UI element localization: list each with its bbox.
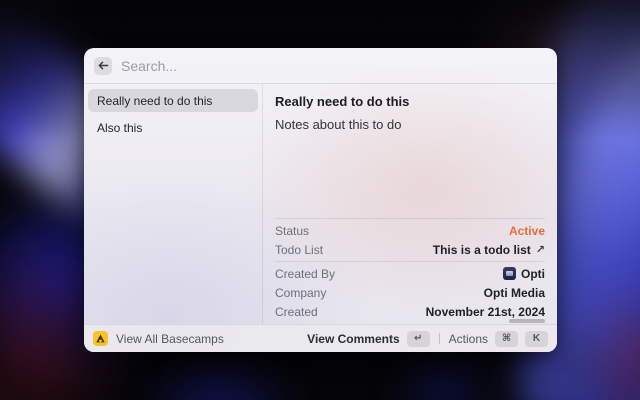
- list-item[interactable]: Really need to do this: [88, 89, 258, 112]
- arrow-left-icon: [98, 60, 109, 71]
- detail-notes: Notes about this to do: [275, 117, 545, 132]
- footer-actions: View Comments ↵ Actions ⌘ K: [307, 331, 548, 347]
- footer-separator: [439, 333, 440, 344]
- creator-avatar: [503, 267, 516, 280]
- window-body: Really need to do this Also this Really …: [84, 84, 557, 324]
- wallpaper-glow: [560, 280, 640, 400]
- view-all-basecamps-button[interactable]: View All Basecamps: [93, 331, 224, 346]
- desktop: Really need to do this Also this Really …: [0, 0, 640, 400]
- meta-row-created: Created November 21st, 2024: [275, 302, 545, 321]
- meta-row-created-by: Created By Opti: [275, 264, 545, 283]
- view-comments-button[interactable]: View Comments: [307, 332, 399, 346]
- meta-label: Created: [275, 305, 318, 319]
- command-key-icon: ⌘: [495, 331, 518, 347]
- meta-row-company: Company Opti Media: [275, 283, 545, 302]
- meta-label: Status: [275, 224, 309, 238]
- creator-name: Opti: [521, 267, 545, 281]
- created-date-value: November 21st, 2024: [426, 305, 545, 319]
- detail-title: Really need to do this: [275, 94, 545, 109]
- created-by-value: Opti: [503, 267, 545, 281]
- list-item-label: Also this: [97, 121, 142, 135]
- command-palette-window: Really need to do this Also this Really …: [84, 48, 557, 352]
- meta-row-todo-list: Todo List This is a todo list ↗: [275, 240, 545, 259]
- scrollbar-thumb[interactable]: [509, 319, 545, 323]
- detail-panel: Really need to do this Notes about this …: [263, 84, 557, 324]
- company-value: Opti Media: [484, 286, 545, 300]
- actions-button[interactable]: Actions: [449, 332, 488, 346]
- todo-list-link[interactable]: This is a todo list ↗: [433, 243, 545, 257]
- status-badge: Active: [509, 224, 545, 238]
- back-button[interactable]: [94, 57, 112, 75]
- meta-divider: [275, 261, 545, 262]
- list-item-label: Really need to do this: [97, 94, 212, 108]
- footer-bar: View All Basecamps View Comments ↵ Actio…: [84, 324, 557, 352]
- basecamp-logo-icon: [93, 331, 108, 346]
- meta-label: Todo List: [275, 243, 323, 257]
- search-input[interactable]: [121, 58, 547, 74]
- return-key-icon: ↵: [407, 331, 430, 347]
- meta-label: Created By: [275, 267, 335, 281]
- k-key-icon: K: [525, 331, 548, 347]
- results-sidebar: Really need to do this Also this: [84, 84, 262, 324]
- list-item[interactable]: Also this: [88, 116, 258, 139]
- todo-list-value: This is a todo list: [433, 243, 531, 257]
- open-link-icon: ↗: [536, 243, 545, 256]
- basecamp-triangle-glyph: [95, 333, 106, 344]
- view-all-basecamps-label: View All Basecamps: [116, 332, 224, 346]
- spacer: [275, 132, 545, 216]
- wallpaper-glow: [390, 345, 500, 400]
- meta-divider: [275, 218, 545, 219]
- meta-row-status: Status Active: [275, 221, 545, 240]
- search-bar: [84, 48, 557, 84]
- wallpaper-glow: [140, 355, 300, 400]
- meta-label: Company: [275, 286, 326, 300]
